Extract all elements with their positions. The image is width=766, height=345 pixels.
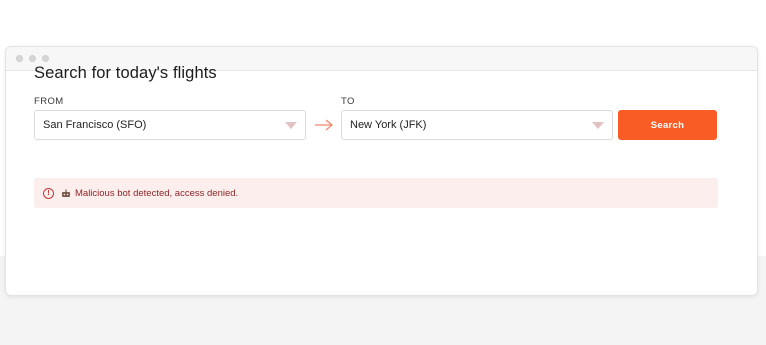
from-label: FROM <box>34 96 64 107</box>
window-dot-maximize[interactable] <box>42 55 49 62</box>
bot-icon <box>62 189 70 197</box>
page-title: Search for today's flights <box>34 64 217 82</box>
error-message: Malicious bot detected, access denied. <box>75 187 239 199</box>
to-label: TO <box>341 96 355 107</box>
from-select-value: San Francisco (SFO) <box>43 119 147 131</box>
arrow-right-icon <box>315 119 333 131</box>
from-select[interactable]: San Francisco (SFO) <box>34 110 306 140</box>
flight-search-form: Search for today's flights FROM San Fran… <box>34 62 718 146</box>
error-alert: ! Malicious bot detected, access denied. <box>34 178 718 208</box>
chevron-down-icon <box>592 122 604 129</box>
search-row: FROM San Francisco (SFO) TO New York (JF… <box>34 96 718 146</box>
to-select-value: New York (JFK) <box>350 119 427 131</box>
to-select[interactable]: New York (JFK) <box>341 110 613 140</box>
chevron-down-icon <box>285 122 297 129</box>
search-button[interactable]: Search <box>618 110 717 140</box>
window-dot-minimize[interactable] <box>29 55 36 62</box>
exclamation-circle-icon: ! <box>43 187 54 199</box>
window-dot-close[interactable] <box>16 55 23 62</box>
